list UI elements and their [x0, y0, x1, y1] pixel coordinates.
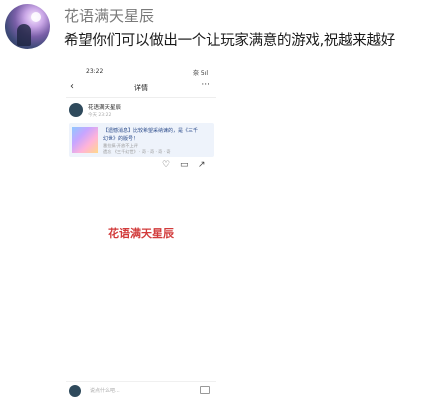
comment-input-bar: 说点什么吧... — [66, 381, 216, 400]
attached-screenshot[interactable]: 23:22 奈 5ıl ‹ 详情 ··· 花语满天星辰 今天 23:22 【遗憾… — [66, 65, 216, 400]
watermark: 花语满天星辰 — [108, 227, 174, 240]
commenter-avatar[interactable] — [5, 4, 50, 49]
share-icon: ↗ — [198, 160, 206, 170]
more-icon: ··· — [201, 80, 210, 90]
status-bar: 23:22 奈 5ıl — [66, 65, 216, 79]
commenter-name[interactable]: 花语满天星辰 — [64, 5, 154, 26]
comment-icon: ▭ — [180, 160, 189, 170]
card-title-line1: 【遗憾消息】比较希望采纳谏的，是《三千 — [103, 128, 199, 134]
card-thumbnail — [72, 127, 98, 153]
post-username: 花语满天星辰 — [88, 105, 122, 111]
signal-icon: 奈 5ıl — [192, 70, 208, 77]
card-meta-line2: 遗忘 《三千幻世》 · 奇 · 奇 · 奇 · 奇 — [103, 149, 171, 154]
shared-link-card: 【遗憾消息】比较希望采纳谏的，是《三千 幻世》的版号！ 番拉搞·开放不上评 遗忘… — [69, 123, 214, 157]
like-icon: ♡ — [162, 160, 171, 170]
post-actions: ♡ ▭ ↗ — [162, 160, 214, 172]
nav-bar: ‹ 详情 ··· — [66, 79, 216, 98]
comment-input-placeholder: 说点什么吧... — [90, 388, 120, 394]
card-title-line2: 幻世》的版号！ — [103, 136, 139, 142]
post-avatar — [69, 103, 83, 117]
status-time: 23:22 — [86, 68, 104, 75]
moon-decoration — [31, 12, 41, 22]
post-time: 今天 23:22 — [88, 113, 112, 118]
nav-title: 详情 — [134, 84, 148, 92]
comment-text: 希望你们可以做出一个让玩家满意的游戏,祝越来越好 — [64, 33, 395, 49]
figure-decoration — [17, 24, 31, 46]
image-icon — [200, 386, 210, 394]
user-avatar — [69, 385, 81, 397]
